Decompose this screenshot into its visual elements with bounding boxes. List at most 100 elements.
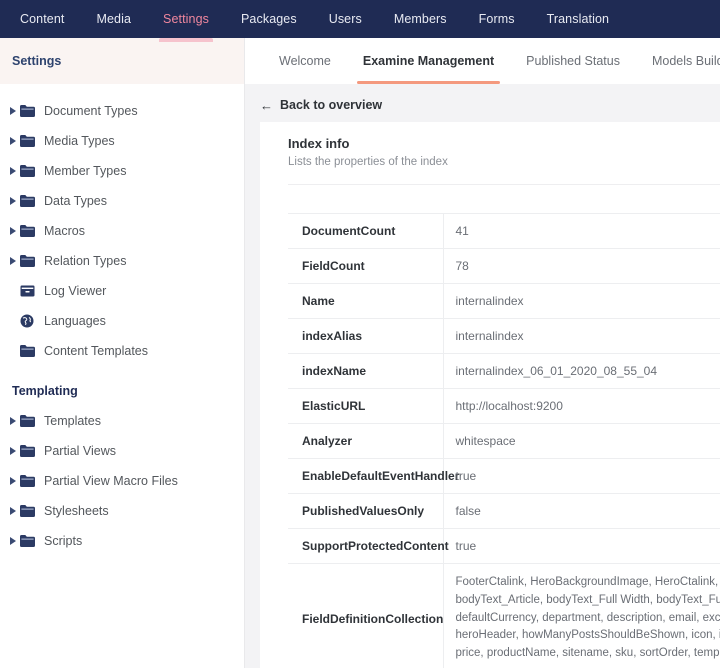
sidebar-item-content-templates[interactable]: Content Templates [0,336,244,366]
table-row: EnableDefaultEventHandler true [288,458,720,494]
topnav-item-forms[interactable]: Forms [463,0,531,38]
sidebar-item-label: Log Viewer [44,284,107,298]
sidebar-item-media-types[interactable]: Media Types [0,126,244,156]
tab-label: Welcome [279,54,331,68]
chevron-right-icon[interactable] [6,257,20,265]
prop-key: FieldDefinitionCollection [288,563,444,668]
prop-value: 78 [455,259,469,273]
index-properties-wrap: DocumentCount 41 FieldCount 78 Name inte… [260,185,720,668]
prop-key: Name [288,283,444,319]
content-scroll-region: ← Back to overview Index info Lists the … [245,84,720,668]
tab-models-builder[interactable]: Models Builder [636,38,720,84]
content-tab-bar: Welcome Examine Management Published Sta… [245,38,720,84]
topnav-item-translation[interactable]: Translation [531,0,625,38]
prop-value: false [455,504,481,518]
table-row: Analyzer whitespace [288,423,720,459]
prop-value: internalindex [455,294,524,308]
field-definition-line: heroHeader, howManyPostsShouldBeShown, i… [455,629,720,642]
app-root: Content Media Settings Packages Users Me… [0,0,720,668]
sidebar-item-label: Relation Types [44,254,127,268]
field-definition-lines: FooterCtalink, HeroBackgroundImage, Hero… [456,574,720,663]
chevron-right-icon[interactable] [6,537,20,545]
sidebar-item-partial-view-macro-files[interactable]: Partial View Macro Files [0,466,244,496]
chevron-right-icon[interactable] [6,167,20,175]
sidebar-item-scripts[interactable]: Scripts [0,526,244,556]
prop-value: internalindex_06_01_2020_08_55_04 [455,364,658,378]
chevron-right-icon[interactable] [6,197,20,205]
prop-value: http://localhost:9200 [455,399,563,413]
tab-published-status[interactable]: Published Status [510,38,636,84]
topnav-label: Members [393,12,447,26]
sidebar-item-partial-views[interactable]: Partial Views [0,436,244,466]
folder-icon [20,535,42,547]
globe-icon [20,314,42,328]
prop-value-field-definition: FooterCtalink, HeroBackgroundImage, Hero… [443,564,720,668]
chevron-right-icon[interactable] [6,447,20,455]
chevron-right-icon[interactable] [6,477,20,485]
topnav-label: Media [96,12,132,26]
topnav-label: Forms [478,12,515,26]
folder-icon [20,345,42,357]
body-split: Settings Document Types Media Types Memb… [0,38,720,668]
topnav-label: Translation [546,12,610,26]
sidebar-tree: Document Types Media Types Member Types … [0,84,244,668]
prop-key: PublishedValuesOnly [288,493,444,529]
chevron-right-icon[interactable] [6,417,20,425]
chevron-right-icon[interactable] [6,137,20,145]
sidebar-header: Settings [0,38,244,84]
table-row: PublishedValuesOnly false [288,493,720,529]
sidebar-item-stylesheets[interactable]: Stylesheets [0,496,244,526]
folder-icon [20,195,42,207]
table-row: SupportProtectedContent true [288,528,720,564]
prop-key: DocumentCount [288,213,444,249]
sidebar-title: Settings [12,54,62,68]
field-definition-line: bodyText_Article, bodyText_Full Width, b… [455,593,720,606]
sidebar-item-languages[interactable]: Languages [0,306,244,336]
sidebar-item-label: Partial View Macro Files [44,474,178,488]
sidebar-item-templates[interactable]: Templates [0,406,244,436]
sidebar-item-label: Media Types [44,134,115,148]
sidebar-item-member-types[interactable]: Member Types [0,156,244,186]
table-row: Name internalindex [288,283,720,319]
sidebar-item-macros[interactable]: Macros [0,216,244,246]
topnav-item-media[interactable]: Media [80,0,147,38]
folder-icon [20,165,42,177]
folder-icon [20,255,42,267]
sidebar-item-label: Data Types [44,194,108,208]
folder-icon [20,415,42,427]
prop-key: FieldCount [288,248,444,284]
back-to-overview-link[interactable]: ← Back to overview [245,84,720,122]
prop-value: whitespace [455,434,516,448]
content-area: Welcome Examine Management Published Sta… [245,38,720,668]
sidebar-item-label: Macros [44,224,85,238]
prop-key: Analyzer [288,423,444,459]
field-definition-line: defaultCurrency, department, description… [455,611,720,624]
topnav-label: Users [328,12,362,26]
chevron-right-icon[interactable] [6,507,20,515]
index-info-title: Index info [288,136,350,151]
topnav-item-members[interactable]: Members [378,0,463,38]
sidebar-item-data-types[interactable]: Data Types [0,186,244,216]
table-row: indexAlias internalindex [288,318,720,354]
chevron-right-icon[interactable] [6,107,20,115]
sidebar-item-log-viewer[interactable]: Log Viewer [0,276,244,306]
topnav-item-settings[interactable]: Settings [147,0,225,42]
index-properties-table: DocumentCount 41 FieldCount 78 Name inte… [288,213,720,668]
chevron-right-icon[interactable] [6,227,20,235]
prop-value: true [455,539,477,553]
tab-welcome[interactable]: Welcome [263,38,347,84]
sidebar-item-relation-types[interactable]: Relation Types [0,246,244,276]
prop-value: 41 [455,224,469,238]
prop-key: indexName [288,353,444,389]
topnav-item-users[interactable]: Users [313,0,378,38]
sidebar-item-document-types[interactable]: Document Types [0,96,244,126]
field-definition-line: FooterCtalink, HeroBackgroundImage, Hero… [455,576,720,588]
topnav-item-packages[interactable]: Packages [225,0,313,38]
tab-label: Published Status [526,54,620,68]
prop-key: SupportProtectedContent [288,528,449,564]
prop-value: true [455,469,477,483]
sidebar-item-label: Languages [44,314,106,328]
topnav-label: Packages [241,12,297,26]
topnav-item-content[interactable]: Content [4,0,80,38]
tab-examine-management[interactable]: Examine Management [347,38,510,84]
